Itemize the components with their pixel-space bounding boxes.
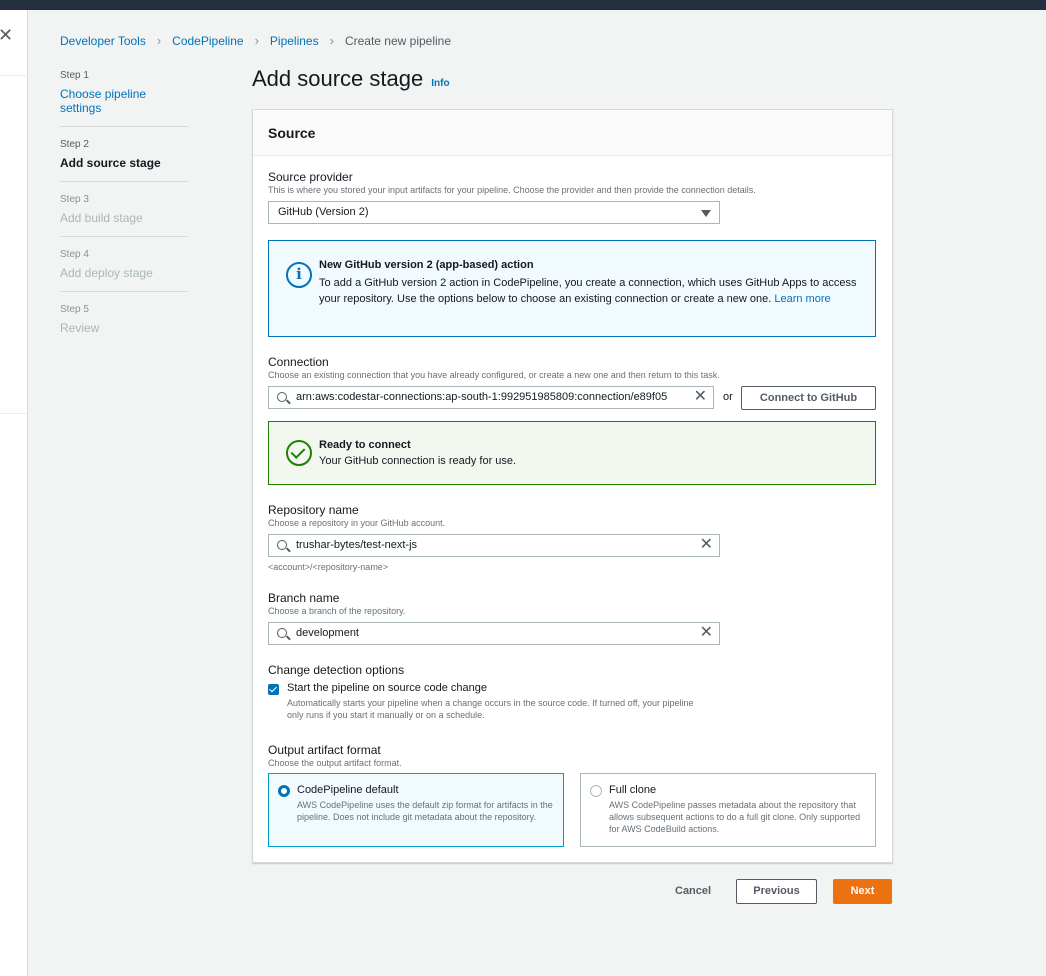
step-number: Step 3 — [60, 194, 89, 205]
option-description: AWS CodePipeline uses the default zip fo… — [297, 800, 553, 822]
output-option-codepipeline-default[interactable]: CodePipeline default AWS CodePipeline us… — [268, 773, 564, 847]
divider — [0, 413, 28, 414]
breadcrumb: Developer Tools › CodePipeline › Pipelin… — [60, 33, 451, 48]
wizard-steps: Step 1 Choose pipeline settings Step 2 A… — [60, 70, 188, 358]
wizard-step-2: Step 2 Add source stage — [60, 139, 188, 182]
side-navigation-collapsed: ✕ — [0, 10, 28, 976]
step-label-add-source-stage: Add source stage — [60, 156, 161, 170]
source-provider-label: Source provider — [268, 170, 353, 184]
close-icon[interactable]: ✕ — [0, 26, 13, 44]
breadcrumb-current: Create new pipeline — [344, 33, 452, 48]
step-number: Step 4 — [60, 249, 89, 260]
wizard-step-1: Step 1 Choose pipeline settings — [60, 70, 188, 127]
step-label-add-deploy-stage: Add deploy stage — [60, 266, 153, 280]
success-alert-title: Ready to connect — [319, 439, 411, 451]
clear-icon[interactable]: ✕ — [694, 388, 707, 406]
info-alert-title: New GitHub version 2 (app-based) action — [319, 259, 534, 271]
breadcrumb-developer-tools[interactable]: Developer Tools — [60, 34, 146, 48]
step-number: Step 2 — [60, 139, 89, 150]
breadcrumb-codepipeline[interactable]: CodePipeline — [172, 34, 243, 48]
success-alert-body: Your GitHub connection is ready for use. — [319, 455, 517, 467]
next-button[interactable]: Next — [833, 879, 892, 904]
wizard-step-4: Step 4 Add deploy stage — [60, 249, 188, 292]
page-title: Add source stage — [252, 66, 424, 91]
repository-name-description: Choose a repository in your GitHub accou… — [268, 518, 446, 528]
source-provider-description: This is where you stored your input arti… — [268, 185, 756, 195]
connection-description: Choose an existing connection that you h… — [268, 370, 720, 380]
step-label-review: Review — [60, 321, 100, 335]
branch-search-input[interactable]: development ✕ — [268, 622, 720, 645]
source-panel: Source Source provider This is where you… — [252, 109, 893, 863]
start-on-change-checkbox[interactable] — [268, 684, 279, 695]
connection-label: Connection — [268, 355, 329, 369]
cancel-button[interactable]: Cancel — [675, 885, 711, 897]
repository-name-hint: <account>/<repository-name> — [268, 562, 389, 572]
search-icon — [277, 540, 287, 550]
source-provider-value: GitHub (Version 2) — [278, 206, 369, 218]
connection-value: arn:aws:codestar-connections:ap-south-1:… — [296, 391, 668, 403]
branch-name-description: Choose a branch of the repository. — [268, 606, 406, 616]
clear-icon[interactable]: ✕ — [700, 536, 713, 554]
divider — [0, 75, 28, 76]
info-alert: i New GitHub version 2 (app-based) actio… — [268, 240, 876, 337]
success-alert: Ready to connect Your GitHub connection … — [268, 421, 876, 485]
chevron-right-icon: › — [156, 33, 162, 48]
panel-title: Source — [253, 110, 892, 156]
radio-selected[interactable] — [278, 785, 290, 797]
check-circle-icon — [286, 440, 312, 466]
learn-more-link[interactable]: Learn more — [774, 293, 830, 305]
chevron-right-icon: › — [254, 33, 259, 48]
top-navigation-bar — [0, 0, 1046, 10]
caret-down-icon — [701, 210, 711, 217]
branch-name-label: Branch name — [268, 591, 340, 605]
breadcrumb-pipelines[interactable]: Pipelines — [270, 34, 319, 48]
search-icon — [277, 392, 287, 402]
info-icon: i — [286, 262, 312, 288]
or-separator: or — [723, 391, 733, 403]
branch-value: development — [296, 627, 359, 639]
start-on-change-description: Automatically starts your pipeline when … — [287, 698, 694, 720]
repository-search-input[interactable]: trushar-bytes/test-next-js ✕ — [268, 534, 720, 557]
option-description: AWS CodePipeline passes metadata about t… — [609, 800, 861, 834]
change-detection-label: Change detection options — [268, 663, 405, 677]
connection-search-input[interactable]: arn:aws:codestar-connections:ap-south-1:… — [268, 386, 714, 409]
step-number: Step 5 — [60, 304, 89, 315]
option-title: CodePipeline default — [297, 784, 399, 796]
radio-unselected[interactable] — [590, 785, 602, 797]
connect-to-github-button[interactable]: Connect to GitHub — [741, 386, 876, 410]
previous-button[interactable]: Previous — [736, 879, 817, 904]
info-alert-body: To add a GitHub version 2 action in Code… — [319, 275, 864, 307]
step-number: Step 1 — [60, 70, 89, 81]
output-option-full-clone[interactable]: Full clone AWS CodePipeline passes metad… — [580, 773, 876, 847]
wizard-step-3: Step 3 Add build stage — [60, 194, 188, 237]
clear-icon[interactable]: ✕ — [700, 624, 713, 642]
output-format-label: Output artifact format — [268, 743, 381, 757]
output-format-description: Choose the output artifact format. — [268, 758, 402, 768]
page-header: Add source stage Info — [252, 66, 450, 92]
chevron-right-icon: › — [329, 33, 334, 48]
step-link-choose-pipeline-settings[interactable]: Choose pipeline settings — [60, 87, 188, 115]
wizard-step-5: Step 5 Review — [60, 304, 188, 346]
search-icon — [277, 628, 287, 638]
repository-name-label: Repository name — [268, 503, 359, 517]
start-on-change-label: Start the pipeline on source code change — [287, 682, 487, 694]
source-provider-select[interactable]: GitHub (Version 2) — [268, 201, 720, 224]
step-label-add-build-stage: Add build stage — [60, 211, 143, 225]
repository-value: trushar-bytes/test-next-js — [296, 539, 418, 551]
option-title: Full clone — [609, 784, 657, 796]
info-link[interactable]: Info — [431, 78, 449, 89]
